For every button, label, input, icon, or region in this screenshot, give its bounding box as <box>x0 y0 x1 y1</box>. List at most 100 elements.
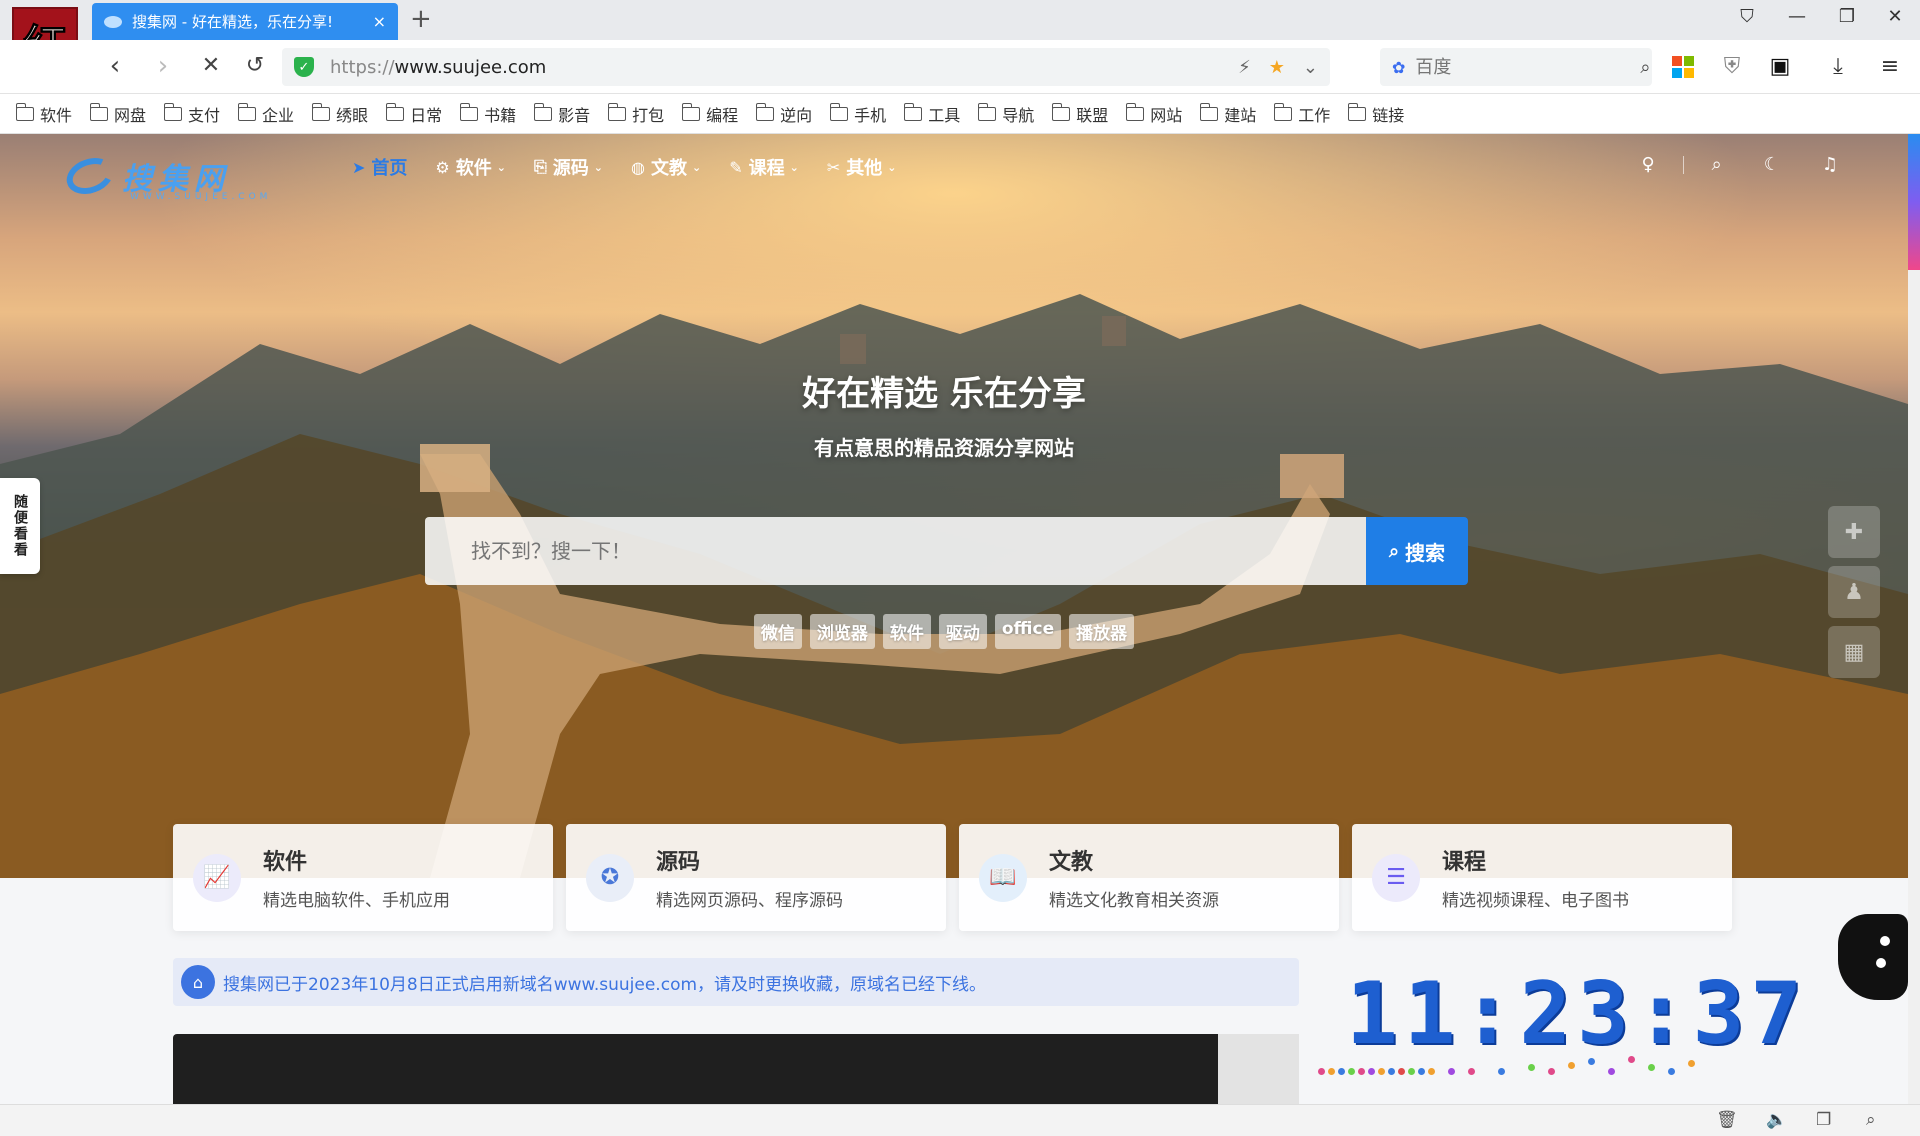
cat-mascot[interactable] <box>1838 914 1908 1000</box>
folder-icon <box>311 102 331 121</box>
sound-icon[interactable]: 🔈 <box>1766 1110 1787 1130</box>
bookmark-folder[interactable]: 链接 <box>1347 102 1404 126</box>
bookmark-star-icon[interactable]: ★ <box>1269 57 1285 78</box>
engine-search-icon[interactable]: ⌕ <box>1640 57 1650 78</box>
trash-icon[interactable]: 🗑 <box>1716 1110 1738 1130</box>
hot-tag[interactable]: 微信 <box>753 614 802 649</box>
window-icon[interactable]: ❐ <box>1816 1110 1831 1130</box>
bookmark-folder[interactable]: 工作 <box>1273 102 1330 126</box>
search-icon[interactable]: ⌕ <box>1712 154 1722 175</box>
folder-icon <box>1051 102 1071 121</box>
extension-icon[interactable]: ▣ <box>1765 52 1795 82</box>
menu-icon[interactable]: ≡ <box>1875 52 1905 82</box>
zoom-icon[interactable]: ⌕ <box>1866 1110 1876 1130</box>
apps-grid-icon[interactable] <box>1668 52 1698 82</box>
forward-button[interactable]: › <box>146 50 180 84</box>
hot-tag[interactable]: 浏览器 <box>809 614 875 649</box>
bookmark-folder[interactable]: 软件 <box>15 102 72 126</box>
address-dropdown-icon[interactable]: ⌄ <box>1303 57 1318 78</box>
hot-tag[interactable]: 播放器 <box>1069 614 1135 649</box>
folder-icon <box>755 102 775 121</box>
minimize-button[interactable]: — <box>1782 6 1812 27</box>
browser-tab-active[interactable]: 搜集网 - 好在精选，乐在分享! × <box>92 3 398 40</box>
code-file-icon: ⎘ <box>533 157 547 176</box>
banner-side-placeholder <box>1218 1034 1299 1104</box>
page-scrollbar[interactable] <box>1908 134 1920 1104</box>
nav-software[interactable]: ⚙ 软件 ⌄ <box>435 154 506 180</box>
category-card-education[interactable]: 📖 文教 精选文化教育相关资源 <box>959 824 1339 931</box>
notice-text[interactable]: 搜集网已于2023年10月8日正式启用新域名www.suujee.com，请及时… <box>223 970 986 995</box>
tab-close-icon[interactable]: × <box>373 12 386 31</box>
hot-tag[interactable]: office <box>994 614 1062 649</box>
restore-button[interactable]: ❐ <box>1832 6 1862 27</box>
bookmark-folder[interactable]: 日常 <box>385 102 442 126</box>
bookmark-folder[interactable]: 建站 <box>1199 102 1256 126</box>
close-window-button[interactable]: ✕ <box>1880 6 1910 27</box>
bookmark-folder[interactable]: 网盘 <box>89 102 146 126</box>
category-card-source[interactable]: ✪ 源码 精选网页源码、程序源码 <box>566 824 946 931</box>
folder-icon <box>1347 102 1367 121</box>
bookmark-folder[interactable]: 逆向 <box>755 102 812 126</box>
shield-icon[interactable]: ⛨ <box>1717 52 1747 82</box>
clock-particles <box>1318 1054 1718 1084</box>
qr-code-float-icon[interactable]: ▦ <box>1828 626 1880 678</box>
scrollbar-thumb[interactable] <box>1908 134 1920 270</box>
notification-bell-icon[interactable]: ♫ <box>1822 154 1838 175</box>
site-logo[interactable]: 搜集网 WWW.SUUJEE.COM <box>61 151 267 202</box>
bookmark-folder[interactable]: 打包 <box>607 102 664 126</box>
bell-float-icon[interactable]: ♟ <box>1828 566 1880 618</box>
hero-search-input[interactable] <box>425 517 1366 585</box>
folder-icon <box>459 102 479 121</box>
back-button[interactable]: ‹ <box>98 50 132 84</box>
bookmark-folder[interactable]: 影音 <box>533 102 590 126</box>
new-tab-button[interactable]: + <box>410 4 432 34</box>
badge-icon: ✪ <box>586 853 634 902</box>
nav-education[interactable]: ◍ 文教 ⌄ <box>631 154 701 180</box>
bookmarks-bar: 软件 网盘 支付 企业 绣眼 日常 书籍 影音 打包 编程 逆向 手机 工具 导… <box>0 94 1920 134</box>
stop-button[interactable]: ✕ <box>194 50 228 84</box>
tab-favicon-icon <box>104 15 122 28</box>
nav-home[interactable]: ➤ 首页 <box>352 154 407 180</box>
bookmark-folder[interactable]: 手机 <box>829 102 886 126</box>
skin-icon[interactable]: ⛉ <box>1732 6 1762 27</box>
hot-tag[interactable]: 驱动 <box>938 614 987 649</box>
folder-icon <box>533 102 553 121</box>
category-card-courses[interactable]: ☰ 课程 精选视频课程、电子图书 <box>1352 824 1732 931</box>
download-icon[interactable]: ⤓ <box>1823 52 1853 82</box>
random-browse-tab[interactable]: 随便看看 <box>0 478 40 574</box>
bookmark-folder[interactable]: 绣眼 <box>311 102 368 126</box>
folder-icon <box>89 102 109 121</box>
header-divider <box>1682 155 1684 174</box>
bookmark-folder[interactable]: 支付 <box>163 102 220 126</box>
logo-subtext: WWW.SUUJEE.COM <box>130 192 272 202</box>
dark-mode-moon-icon[interactable]: ☾ <box>1764 154 1780 175</box>
baidu-paw-icon[interactable]: ✿ <box>1392 58 1405 77</box>
folder-icon <box>1273 102 1293 121</box>
nav-label: 课程 <box>748 158 785 179</box>
bookmark-folder[interactable]: 导航 <box>977 102 1034 126</box>
bulb-icon[interactable]: ♀ <box>1641 154 1654 175</box>
bookmark-folder[interactable]: 工具 <box>903 102 960 126</box>
engine-search-input[interactable] <box>1415 56 1641 78</box>
nav-courses[interactable]: ✎ 课程 ⌄ <box>729 154 799 180</box>
bookmark-folder[interactable]: 编程 <box>681 102 738 126</box>
bookmark-folder[interactable]: 企业 <box>237 102 294 126</box>
hot-tag[interactable]: 软件 <box>882 614 931 649</box>
bolt-icon[interactable]: ⚡ <box>1238 57 1251 78</box>
card-title: 文教 <box>1049 850 1094 875</box>
bookmark-folder[interactable]: 联盟 <box>1051 102 1108 126</box>
address-bar[interactable]: ✓ https:// www.suujee.com ⚡ ★ ⌄ <box>282 48 1330 86</box>
site-header: 搜集网 WWW.SUUJEE.COM ➤ 首页 ⚙ 软件 ⌄ ⎘ 源码 ⌄ ◍ … <box>0 134 1908 202</box>
browser-tabbar: 红 搜集网 - 好在精选，乐在分享! × + ⛉ — ❐ ✕ <box>0 0 1920 77</box>
great-wall-landscape <box>0 294 1908 878</box>
chat-float-icon[interactable]: ✚ <box>1828 506 1880 558</box>
reload-button[interactable]: ↺ <box>238 50 272 84</box>
bookmark-folder[interactable]: 网站 <box>1125 102 1182 126</box>
category-card-software[interactable]: 📈 软件 精选电脑软件、手机应用 <box>173 824 553 931</box>
nav-source-code[interactable]: ⎘ 源码 ⌄ <box>534 154 603 180</box>
hero-search-button[interactable]: ⌕ 搜索 <box>1366 517 1468 585</box>
search-engine-box[interactable]: ✿ ⌕ <box>1380 48 1652 86</box>
bookmark-folder[interactable]: 书籍 <box>459 102 516 126</box>
chevron-down-icon: ⌄ <box>593 160 603 174</box>
nav-other[interactable]: ✂ 其他 ⌄ <box>827 154 897 180</box>
